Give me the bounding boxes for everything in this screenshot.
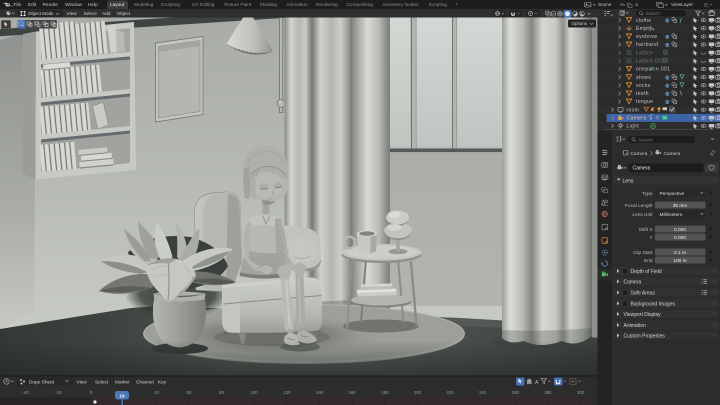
svg-text:clothe: clothe: [636, 18, 651, 24]
svg-text:60: 60: [187, 390, 192, 395]
svg-text:35 mm: 35 mm: [673, 203, 688, 209]
svg-text:Clip Start: Clip Start: [633, 250, 653, 256]
svg-text:tongue: tongue: [636, 99, 653, 105]
svg-text:Depth of Field: Depth of Field: [631, 269, 662, 275]
svg-text:Light: Light: [627, 124, 640, 130]
svg-text:Lattice.001: Lattice.001: [636, 58, 664, 64]
svg-text:-40: -40: [22, 390, 29, 395]
svg-text:Viewport Display: Viewport Display: [624, 312, 662, 318]
svg-text:Camera: Camera: [633, 166, 651, 172]
svg-text:Shift X: Shift X: [639, 227, 654, 233]
svg-text:Custom Properties: Custom Properties: [624, 333, 666, 339]
svg-text:Search: Search: [639, 137, 654, 142]
svg-text:180: 180: [381, 390, 389, 395]
svg-text:hairband: hairband: [636, 42, 658, 48]
svg-text:0.1 m: 0.1 m: [674, 250, 686, 256]
svg-text:280: 280: [544, 390, 552, 395]
svg-text:Camera: Camera: [631, 151, 648, 157]
svg-text:240: 240: [479, 390, 487, 395]
svg-text:Animation: Animation: [624, 323, 646, 329]
svg-text:Millimeters: Millimeters: [660, 212, 683, 218]
svg-text:socks: socks: [636, 83, 651, 89]
svg-text:Background Images: Background Images: [631, 301, 676, 307]
svg-text:shoes: shoes: [636, 75, 651, 81]
svg-text:Empty: Empty: [636, 26, 652, 32]
svg-text:teeth: teeth: [636, 91, 649, 97]
svg-text:Lens Unit: Lens Unit: [632, 212, 653, 218]
svg-text:eyebrow: eyebrow: [636, 34, 657, 40]
svg-text:Dope Sheet: Dope Sheet: [29, 380, 55, 386]
svg-text:100 m: 100 m: [673, 258, 686, 264]
svg-text:View: View: [77, 380, 88, 386]
svg-text:Camera: Camera: [624, 279, 642, 285]
svg-text:Lattice: Lattice: [636, 50, 653, 56]
svg-text:40: 40: [154, 390, 159, 395]
svg-text:Select: Select: [95, 380, 109, 386]
svg-text:Perspective: Perspective: [660, 191, 685, 197]
svg-text:Marker: Marker: [115, 380, 130, 386]
svg-text:Camera: Camera: [664, 151, 681, 157]
svg-text:220: 220: [446, 390, 454, 395]
svg-text:120: 120: [283, 390, 291, 395]
svg-text:0.000: 0.000: [674, 227, 686, 233]
svg-text:100: 100: [250, 390, 258, 395]
svg-text:-20: -20: [55, 390, 62, 395]
svg-text:End: End: [644, 258, 653, 264]
svg-text:0.000: 0.000: [674, 235, 686, 241]
svg-text:260: 260: [512, 390, 520, 395]
svg-text:140: 140: [316, 390, 324, 395]
svg-text:160: 160: [348, 390, 356, 395]
svg-text:Lens: Lens: [623, 178, 634, 184]
svg-text:Safe Areas: Safe Areas: [631, 290, 656, 296]
svg-text:Focal Length: Focal Length: [625, 203, 653, 209]
svg-text:Key: Key: [158, 380, 167, 386]
svg-text:Channel: Channel: [136, 380, 154, 386]
svg-text:80: 80: [219, 390, 224, 395]
svg-text:200: 200: [414, 390, 422, 395]
svg-text:Camera: Camera: [627, 115, 647, 121]
svg-text:Type: Type: [642, 191, 653, 197]
svg-text:19: 19: [119, 393, 125, 399]
svg-text:room: room: [627, 107, 640, 113]
svg-text:Search: Search: [646, 11, 661, 16]
svg-text:300: 300: [577, 390, 585, 395]
